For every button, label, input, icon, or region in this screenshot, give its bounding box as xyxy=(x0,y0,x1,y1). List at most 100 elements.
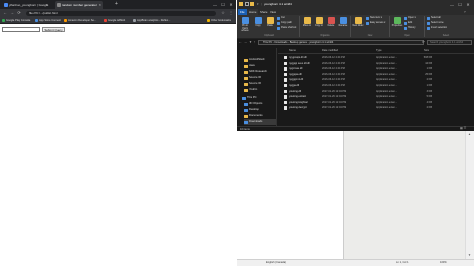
close-window-button[interactable]: ✕ xyxy=(464,0,472,9)
refresh-button[interactable]: ⟳ xyxy=(421,39,426,46)
file-type: Application exten... xyxy=(376,89,398,93)
properties-quick-icon[interactable] xyxy=(245,2,249,6)
properties-button[interactable]: Properties xyxy=(391,16,403,33)
breadcrumb-item[interactable]: Backup games xyxy=(290,41,307,44)
scroll-down-icon[interactable]: ▼ xyxy=(466,253,473,258)
copy-to-button[interactable]: Copy to xyxy=(313,16,325,33)
file-date: 2016-06-12 4:44 PM xyxy=(322,78,345,82)
bookmark-label: AppBrain analytics - Reflec... xyxy=(137,19,171,22)
file-date: 2016-06-12 4:44 PM xyxy=(322,67,345,71)
open-button[interactable]: Open ▾ xyxy=(404,16,416,20)
file-row[interactable]: youlong.extract 2017-01-26 12:04 PM Applic… xyxy=(284,94,434,99)
file-row[interactable]: nyggqp seus.dll.dll 2016-06-12 4:44 PM App… xyxy=(284,61,434,66)
bookmark-icon xyxy=(35,19,38,22)
history-button[interactable]: History xyxy=(404,26,415,30)
up-button[interactable]: ↑ xyxy=(252,39,257,46)
browser-tab-active[interactable]: random number generator ✕ xyxy=(55,1,103,9)
file-row[interactable]: nygggnn1.dll 2016-06-12 4:44 PM Applicatio… xyxy=(283,77,434,82)
file-size: 1 KB xyxy=(426,67,432,71)
column-name[interactable]: Name xyxy=(289,48,296,54)
column-size[interactable]: Size xyxy=(424,48,429,54)
button-label: Properties xyxy=(391,25,403,27)
menu-icon[interactable]: ⋮ xyxy=(228,9,234,17)
submit-query-button[interactable]: Submit Query xyxy=(42,27,65,32)
status-zoom: 100% xyxy=(440,261,447,264)
file-type: Application exten... xyxy=(376,61,398,65)
breadcrumb-item[interactable]: This PC xyxy=(263,41,272,44)
invert-selection-button[interactable]: Invert selection xyxy=(427,26,447,30)
divider xyxy=(350,16,351,37)
file-row[interactable]: youlong.kingfinal 2017-01-26 12:04 PM Appl… xyxy=(284,100,434,105)
maximize-button[interactable]: ☐ xyxy=(219,0,227,9)
bookmark-item[interactable]: Google AdMob xyxy=(104,17,125,24)
move-to-button[interactable]: Move to xyxy=(301,16,313,33)
nav-item-downloads[interactable]: Downloads xyxy=(244,119,276,125)
other-bookmarks[interactable]: Other bookmarks xyxy=(207,17,231,24)
new-item-button[interactable]: New item ▾ xyxy=(366,16,382,20)
chevron-down-icon[interactable]: ▾ xyxy=(257,0,259,9)
close-window-button[interactable]: ✕ xyxy=(227,0,235,9)
bookmark-icon xyxy=(133,19,136,22)
group-label: New xyxy=(367,35,373,37)
file-size: 25 KB xyxy=(425,72,432,76)
copy-button[interactable]: Copy xyxy=(252,16,264,33)
group-label: Organize xyxy=(320,35,330,37)
file-row[interactable]: nyygnsqis.dll.dll 2016-06-12 4:44 PM Appli… xyxy=(284,55,434,60)
button-label: Move to xyxy=(302,25,312,27)
column-type[interactable]: Type xyxy=(376,48,382,54)
file-row[interactable]: nyggqsa.dll 2016-06-12 4:44 PM Application… xyxy=(284,72,434,77)
back-button[interactable]: ← xyxy=(2,9,8,17)
column-date[interactable]: Date modified xyxy=(322,48,338,54)
new-tab-button[interactable]: + xyxy=(115,1,118,8)
easy-access-button[interactable]: Easy access ▾ xyxy=(366,21,385,25)
star-icon[interactable]: ☆ xyxy=(220,9,226,17)
bookmark-label: Other bookmarks xyxy=(211,19,231,22)
reload-button[interactable]: ⟳ xyxy=(16,9,22,17)
file-row[interactable]: nygga.dll 2016-06-12 4:44 PM Application e… xyxy=(283,83,434,88)
address-bar[interactable]: file:///C:/.../public.html xyxy=(26,10,216,16)
new-folder-quick-icon[interactable] xyxy=(250,2,254,6)
copy-path-button[interactable]: Copy path xyxy=(277,21,292,25)
cut-button[interactable]: Cut xyxy=(277,16,285,20)
button-label: New folder xyxy=(352,25,364,27)
close-tab-icon[interactable]: ✕ xyxy=(98,1,101,9)
select-none-button[interactable]: Select none xyxy=(427,21,444,25)
paste-button[interactable]: Paste xyxy=(264,16,276,33)
number-input[interactable] xyxy=(2,27,40,32)
bookmark-icon xyxy=(104,19,107,22)
copy-to-icon xyxy=(315,17,323,24)
minimize-button[interactable]: — xyxy=(448,0,456,9)
pin-to-quick-access-button[interactable]: Pin to Quick access xyxy=(239,16,251,33)
maximize-button[interactable]: ☐ xyxy=(456,0,464,9)
explorer-address-bar[interactable]: This PC › Downloads › Backup games › you… xyxy=(258,40,424,45)
editor-text-area[interactable] xyxy=(237,131,344,259)
bookmark-item[interactable]: AppBrain analytics - Reflec... xyxy=(133,17,170,24)
new-folder-button[interactable]: New folder xyxy=(352,16,364,33)
bookmark-item[interactable]: App Store Connect xyxy=(35,17,61,24)
rename-button[interactable]: Rename xyxy=(337,16,349,33)
bookmark-item[interactable]: Google Play Console xyxy=(2,17,30,24)
vertical-scrollbar[interactable] xyxy=(465,131,474,259)
file-row[interactable]: youlong.dll 2017-01-26 12:04 PM Applicatio… xyxy=(284,89,434,94)
file-row[interactable]: youlong decrypt 2017-01-26 12:04 PM Applic… xyxy=(284,105,434,110)
file-name: nygggnn1.dll xyxy=(283,78,304,82)
bookmark-item[interactable]: Amazon Developer Se... xyxy=(64,17,96,24)
close-tab-icon[interactable]: ✕ xyxy=(45,1,48,9)
edit-button[interactable]: Edit xyxy=(404,21,412,25)
file-name: nyygnsqis.dll.dll xyxy=(284,56,307,60)
forward-button[interactable]: → xyxy=(9,9,15,17)
delete-button[interactable]: Delete xyxy=(325,16,337,33)
scroll-up-icon[interactable]: ▲ xyxy=(466,132,473,137)
paste-shortcut-button[interactable]: Paste shortcut xyxy=(277,26,296,30)
file-date: 2017-01-26 12:04 PM xyxy=(322,100,347,104)
select-all-button[interactable]: Select all xyxy=(427,16,441,20)
file-size: 4 KB xyxy=(426,100,432,104)
breadcrumb-item[interactable]: Downloads xyxy=(275,41,288,44)
search-input[interactable]: Search youngborn 4.1 win64 xyxy=(427,40,472,45)
breadcrumb-item[interactable]: youngborn 4.1 win64 xyxy=(309,41,333,44)
file-date: 2017-01-26 12:04 PM xyxy=(322,95,347,99)
browser-tab[interactable]: yifanhuo_youngborn | Google ✕ xyxy=(2,1,50,9)
nav-item[interactable]: YouFin xyxy=(244,87,257,93)
minimize-button[interactable]: — xyxy=(211,0,219,9)
file-row[interactable]: nygcrsau.dll 2016-06-12 4:44 PM Applicatio… xyxy=(283,66,434,71)
